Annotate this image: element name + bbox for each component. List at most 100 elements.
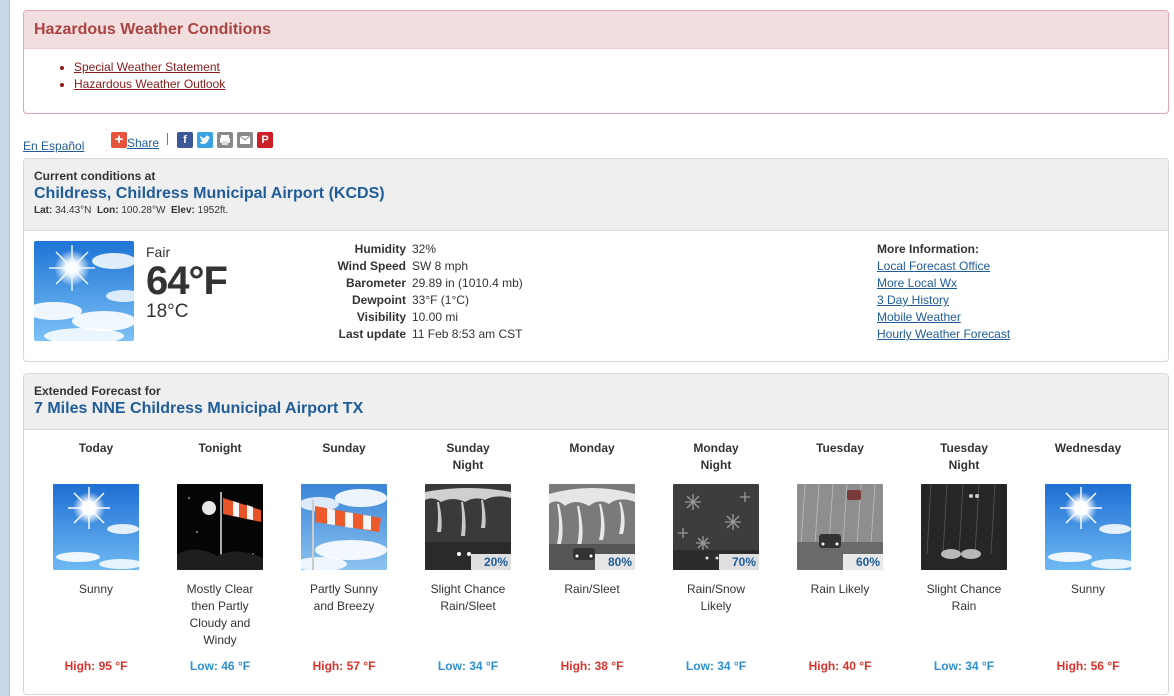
detail-value: SW 8 mph bbox=[412, 259, 469, 273]
short-description-line: Cloudy and bbox=[189, 616, 251, 630]
low-temperature: Low: 46 °F bbox=[189, 659, 251, 673]
short-description: Rain/Snow Likely bbox=[654, 581, 778, 615]
short-description: Rain/Sleet bbox=[530, 581, 654, 598]
period-name: Tuesday Night bbox=[902, 440, 1026, 474]
short-description-line: and Breezy bbox=[313, 599, 375, 613]
short-description-line: Sunny bbox=[1070, 582, 1106, 596]
short-description: Sunny bbox=[34, 581, 158, 598]
short-description-line: Rain bbox=[951, 599, 977, 613]
detail-label: Last update bbox=[338, 327, 406, 341]
detail-row-last-update: Last update 11 Feb 8:53 am CST bbox=[294, 326, 594, 343]
precip-chance-badge: 70% bbox=[719, 554, 759, 570]
period-name: Wednesday bbox=[1026, 440, 1150, 474]
3-day-history-link[interactable]: 3 Day History bbox=[877, 292, 1010, 309]
sunny-icon bbox=[1045, 484, 1131, 570]
precip-chance-badge: 20% bbox=[471, 554, 511, 570]
high-temperature: High: 56 °F bbox=[1056, 659, 1120, 673]
hazard-panel: Hazardous Weather Conditions Special Wea… bbox=[23, 10, 1169, 114]
more-information-title: More Information: bbox=[877, 242, 979, 256]
hazard-item: Special Weather Statement bbox=[74, 59, 1168, 76]
detail-row-visibility: Visibility 10.00 mi bbox=[294, 309, 594, 326]
detail-value: 32% bbox=[412, 242, 437, 256]
precip-chance-badge: 60% bbox=[843, 554, 883, 570]
hazard-item: Hazardous Weather Outlook bbox=[74, 76, 1168, 93]
high-temperature: High: 40 °F bbox=[808, 659, 872, 673]
extended-forecast-panel: Extended Forecast for 7 Miles NNE Childr… bbox=[23, 373, 1169, 695]
low-temperature: Low: 34 °F bbox=[437, 659, 499, 673]
period-name: Sunday bbox=[282, 440, 406, 474]
pinterest-icon[interactable]: P bbox=[257, 132, 273, 148]
short-description-line: Slight Chance bbox=[430, 582, 506, 596]
current-conditions-panel: Current conditions at Childress, Childre… bbox=[23, 158, 1169, 362]
en-espanol-link[interactable]: En Español bbox=[23, 139, 84, 153]
period-name: Tonight bbox=[158, 440, 282, 474]
current-details: Humidity 32% Wind Speed SW 8 mph Baromet… bbox=[294, 241, 594, 343]
twitter-icon[interactable] bbox=[197, 132, 213, 148]
forecast-location: 7 Miles NNE Childress Municipal Airport … bbox=[34, 400, 364, 417]
short-description: Rain Likely bbox=[778, 581, 902, 598]
detail-row-dewpoint: Dewpoint 33°F (1°C) bbox=[294, 292, 594, 309]
elev-value: 1952ft. bbox=[197, 205, 229, 216]
special-weather-statement-link[interactable]: Special Weather Statement bbox=[74, 60, 220, 74]
hazard-list: Special Weather Statement Hazardous Weat… bbox=[24, 59, 1168, 93]
short-description: Partly Sunny and Breezy bbox=[282, 581, 406, 615]
share-link[interactable]: Share bbox=[127, 136, 159, 150]
forecast-periods: Today Sunny High: 95 °F Tonight Mostly Clear… bbox=[34, 440, 1162, 690]
more-information: More Information: Local Forecast Office … bbox=[877, 241, 1010, 343]
station-name: Childress, Childress Municipal Airport (… bbox=[34, 185, 385, 202]
high-temperature: High: 38 °F bbox=[560, 659, 624, 673]
current-temp-f: 64°F bbox=[146, 259, 228, 303]
period-name-line: Wednesday bbox=[1054, 441, 1122, 455]
current-condition: Fair bbox=[146, 244, 171, 260]
forecast-period: Sunday Night 20% Slight Chance Rain/Sleet Low… bbox=[406, 440, 530, 690]
short-description-line: Likely bbox=[700, 599, 732, 613]
hourly-weather-forecast-link[interactable]: Hourly Weather Forecast bbox=[877, 326, 1010, 343]
high-temperature: High: 95 °F bbox=[64, 659, 128, 673]
more-local-wx-link[interactable]: More Local Wx bbox=[877, 275, 1010, 292]
forecast-period: Tuesday Night Slight Chance Rain Low: 34 °F bbox=[902, 440, 1026, 690]
detail-row-humidity: Humidity 32% bbox=[294, 241, 594, 258]
precip-chance-badge: 80% bbox=[595, 554, 635, 570]
print-icon[interactable] bbox=[217, 132, 233, 148]
period-name-line: Sunday bbox=[446, 441, 490, 455]
detail-label: Visibility bbox=[356, 310, 406, 324]
snow-night-icon: 70% bbox=[673, 484, 759, 570]
high-temperature: High: 57 °F bbox=[312, 659, 376, 673]
share-plus-icon[interactable]: + bbox=[111, 132, 127, 148]
sleet-day-icon: 80% bbox=[549, 484, 635, 570]
period-name: Sunday Night bbox=[406, 440, 530, 474]
period-name: Tuesday bbox=[778, 440, 902, 474]
station-coords: Lat: 34.43°N Lon: 100.28°W Elev: 1952ft. bbox=[34, 205, 1158, 216]
detail-value: 33°F (1°C) bbox=[412, 293, 469, 307]
share-row: En Español + Share f P bbox=[23, 114, 1169, 158]
lon-label: Lon: bbox=[96, 205, 119, 216]
rain-day-icon: 60% bbox=[797, 484, 883, 570]
local-forecast-office-link[interactable]: Local Forecast Office bbox=[877, 258, 1010, 275]
rain-night-icon bbox=[921, 484, 1007, 570]
short-description: Slight Chance Rain bbox=[902, 581, 1026, 615]
short-description-line: Windy bbox=[203, 633, 237, 647]
facebook-icon[interactable]: f bbox=[177, 132, 193, 148]
forecast-period: Tuesday 60% Rain Likely High: 40 °F bbox=[778, 440, 902, 690]
sunny-icon bbox=[53, 484, 139, 570]
detail-value: 10.00 mi bbox=[412, 310, 459, 324]
mobile-weather-link[interactable]: Mobile Weather bbox=[877, 309, 1010, 326]
current-conditions-header: Current conditions at Childress, Childre… bbox=[24, 159, 1168, 231]
lon-value: 100.28°W bbox=[121, 205, 166, 216]
period-name-line: Tonight bbox=[198, 441, 242, 455]
period-name: Today bbox=[34, 440, 158, 474]
email-icon[interactable] bbox=[237, 132, 253, 148]
forecast-period: Monday 80% Rain/Sleet High: 38 °F bbox=[530, 440, 654, 690]
detail-value: 29.89 in (1010.4 mb) bbox=[412, 276, 523, 290]
short-description-line: Rain/Sleet bbox=[564, 582, 620, 596]
night-wind-icon bbox=[177, 484, 263, 570]
period-name-line: Night bbox=[948, 458, 980, 472]
period-name-line: Monday bbox=[569, 441, 615, 455]
sleet-night-icon: 20% bbox=[425, 484, 511, 570]
short-description-line: Partly Sunny bbox=[309, 582, 379, 596]
detail-label: Wind Speed bbox=[337, 259, 406, 273]
hazardous-weather-outlook-link[interactable]: Hazardous Weather Outlook bbox=[74, 77, 225, 91]
forecast-period: Today Sunny High: 95 °F bbox=[34, 440, 158, 690]
period-name-line: Today bbox=[78, 441, 114, 455]
extended-forecast-label: Extended Forecast for bbox=[34, 384, 161, 398]
